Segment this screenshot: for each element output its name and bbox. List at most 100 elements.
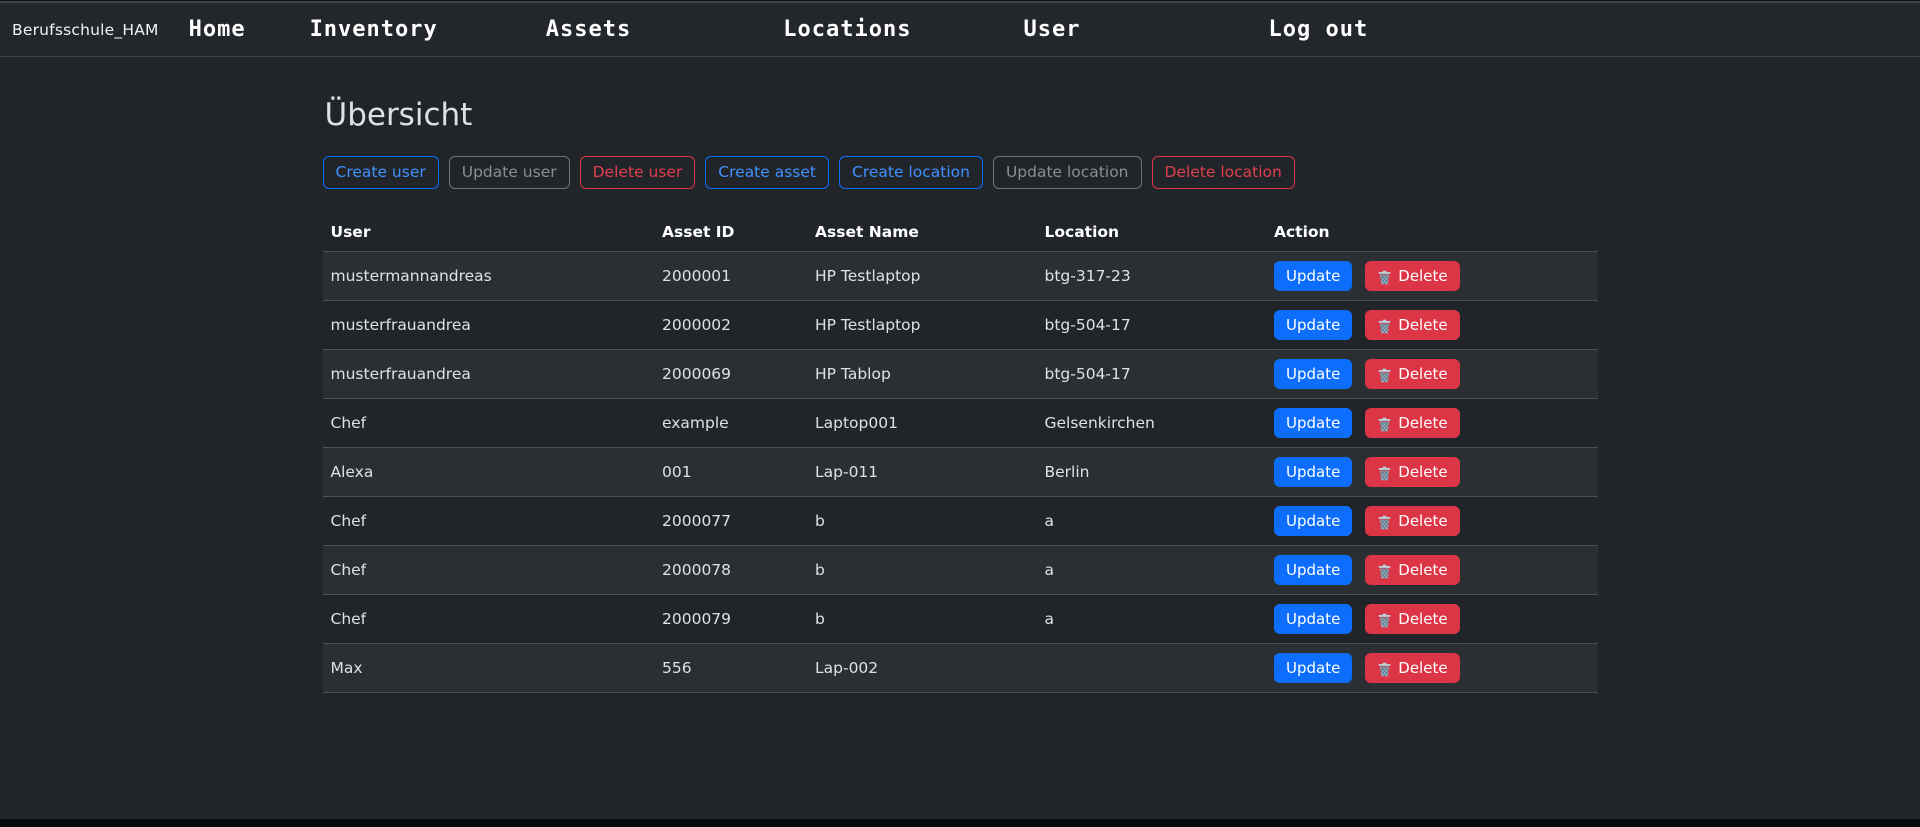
delete-button-label: Delete bbox=[1398, 657, 1447, 679]
delete-button[interactable]: Delete bbox=[1365, 506, 1459, 536]
update-button[interactable]: Update bbox=[1274, 457, 1352, 487]
update-button-label: Update bbox=[1286, 461, 1340, 483]
delete-button[interactable]: Delete bbox=[1365, 359, 1459, 389]
wastebasket-icon bbox=[1377, 465, 1392, 480]
delete-button[interactable]: Delete bbox=[1365, 310, 1459, 340]
wastebasket-icon bbox=[1377, 416, 1392, 431]
header-location: Location bbox=[1037, 213, 1267, 252]
delete-button-label: Delete bbox=[1398, 608, 1447, 630]
nav-link[interactable]: User bbox=[1023, 17, 1080, 42]
cell-user: mustermannandreas bbox=[323, 252, 655, 301]
toolbar-button[interactable]: Create user bbox=[323, 156, 439, 189]
navbar: Berufsschule_HAM Home Inventory Assets L… bbox=[0, 3, 1920, 57]
cell-asset-name: HP Testlaptop bbox=[807, 301, 1037, 350]
update-button-label: Update bbox=[1286, 657, 1340, 679]
cell-location: Gelsenkirchen bbox=[1037, 399, 1267, 448]
cell-action: Update bbox=[1266, 497, 1598, 546]
table-row: Chef 2000077 b a Update bbox=[323, 497, 1598, 546]
cell-user: Chef bbox=[323, 497, 655, 546]
delete-button[interactable]: Delete bbox=[1365, 457, 1459, 487]
toolbar-button[interactable]: Create location bbox=[839, 156, 983, 189]
wastebasket-icon bbox=[1377, 661, 1392, 676]
toolbar-button[interactable]: Create asset bbox=[705, 156, 829, 189]
wastebasket-icon bbox=[1377, 269, 1392, 284]
nav-links: Home Inventory Assets Locations User Log… bbox=[159, 17, 1369, 42]
cell-asset-name: b bbox=[807, 497, 1037, 546]
update-button-label: Update bbox=[1286, 265, 1340, 287]
wastebasket-icon bbox=[1377, 514, 1392, 529]
update-button[interactable]: Update bbox=[1274, 359, 1352, 389]
cell-asset-id: 556 bbox=[654, 644, 807, 693]
toolbar-button[interactable]: Delete location bbox=[1152, 156, 1295, 189]
update-button[interactable]: Update bbox=[1274, 653, 1352, 683]
update-button[interactable]: Update bbox=[1274, 261, 1352, 291]
wastebasket-icon bbox=[1377, 318, 1392, 333]
cell-asset-name: Lap-011 bbox=[807, 448, 1037, 497]
cell-asset-id: 2000078 bbox=[654, 546, 807, 595]
delete-button[interactable]: Delete bbox=[1365, 261, 1459, 291]
toolbar-button[interactable]: Delete user bbox=[580, 156, 696, 189]
cell-user: Alexa bbox=[323, 448, 655, 497]
navbar-brand[interactable]: Berufsschule_HAM bbox=[12, 21, 159, 39]
update-button[interactable]: Update bbox=[1274, 604, 1352, 634]
update-button[interactable]: Update bbox=[1274, 408, 1352, 438]
wastebasket-icon bbox=[1377, 563, 1392, 578]
delete-button[interactable]: Delete bbox=[1365, 604, 1459, 634]
nav-link[interactable]: Log out bbox=[1268, 17, 1368, 42]
cell-location: btg-504-17 bbox=[1037, 350, 1267, 399]
delete-button-label: Delete bbox=[1398, 510, 1447, 532]
delete-button[interactable]: Delete bbox=[1365, 555, 1459, 585]
update-button[interactable]: Update bbox=[1274, 310, 1352, 340]
cell-action: Update bbox=[1266, 252, 1598, 301]
table-row: musterfrauandrea 2000002 HP Testlaptop b… bbox=[323, 301, 1598, 350]
cell-user: Chef bbox=[323, 546, 655, 595]
cell-user: Max bbox=[323, 644, 655, 693]
nav-link[interactable]: Assets bbox=[546, 17, 631, 42]
delete-button-label: Delete bbox=[1398, 559, 1447, 581]
nav-link[interactable]: Inventory bbox=[310, 17, 438, 42]
cell-asset-id: 2000079 bbox=[654, 595, 807, 644]
delete-button-label: Delete bbox=[1398, 412, 1447, 434]
update-button-label: Update bbox=[1286, 608, 1340, 630]
cell-location bbox=[1037, 644, 1267, 693]
toolbar-button[interactable]: Update location bbox=[993, 156, 1142, 189]
cell-action: Update bbox=[1266, 644, 1598, 693]
table-row: mustermannandreas 2000001 HP Testlaptop … bbox=[323, 252, 1598, 301]
table-row: Chef 2000079 b a Update bbox=[323, 595, 1598, 644]
delete-button[interactable]: Delete bbox=[1365, 653, 1459, 683]
toolbar-button[interactable]: Update user bbox=[449, 156, 570, 189]
cell-location: a bbox=[1037, 497, 1267, 546]
cell-user: Chef bbox=[323, 595, 655, 644]
cell-user: musterfrauandrea bbox=[323, 350, 655, 399]
wastebasket-icon bbox=[1377, 367, 1392, 382]
cell-asset-name: b bbox=[807, 546, 1037, 595]
cell-location: btg-317-23 bbox=[1037, 252, 1267, 301]
nav-link[interactable]: Home bbox=[189, 17, 246, 42]
cell-asset-id: example bbox=[654, 399, 807, 448]
delete-button[interactable]: Delete bbox=[1365, 408, 1459, 438]
update-button-label: Update bbox=[1286, 314, 1340, 336]
footer-strip bbox=[0, 819, 1920, 827]
table-row: Max 556 Lap-002 Update bbox=[323, 644, 1598, 693]
table-header-row: User Asset ID Asset Name Location Action bbox=[323, 213, 1598, 252]
cell-asset-id: 2000077 bbox=[654, 497, 807, 546]
update-button[interactable]: Update bbox=[1274, 555, 1352, 585]
update-button[interactable]: Update bbox=[1274, 506, 1352, 536]
table-row: Chef example Laptop001 Gelsenkirchen Upd… bbox=[323, 399, 1598, 448]
update-button-label: Update bbox=[1286, 412, 1340, 434]
cell-action: Update bbox=[1266, 399, 1598, 448]
cell-asset-id: 001 bbox=[654, 448, 807, 497]
nav-link[interactable]: Locations bbox=[783, 17, 911, 42]
assets-table: User Asset ID Asset Name Location Action… bbox=[323, 213, 1598, 693]
table-row: musterfrauandrea 2000069 HP Tablop btg-5… bbox=[323, 350, 1598, 399]
cell-location: a bbox=[1037, 595, 1267, 644]
page-title: Übersicht bbox=[325, 97, 1598, 133]
cell-action: Update bbox=[1266, 350, 1598, 399]
main-content: Übersicht Create user Update user Delete… bbox=[323, 97, 1598, 693]
cell-action: Update bbox=[1266, 546, 1598, 595]
cell-asset-name: HP Testlaptop bbox=[807, 252, 1037, 301]
toolbar: Create user Update user Delete user Crea… bbox=[323, 156, 1598, 189]
cell-action: Update bbox=[1266, 301, 1598, 350]
cell-action: Update bbox=[1266, 448, 1598, 497]
update-button-label: Update bbox=[1286, 363, 1340, 385]
